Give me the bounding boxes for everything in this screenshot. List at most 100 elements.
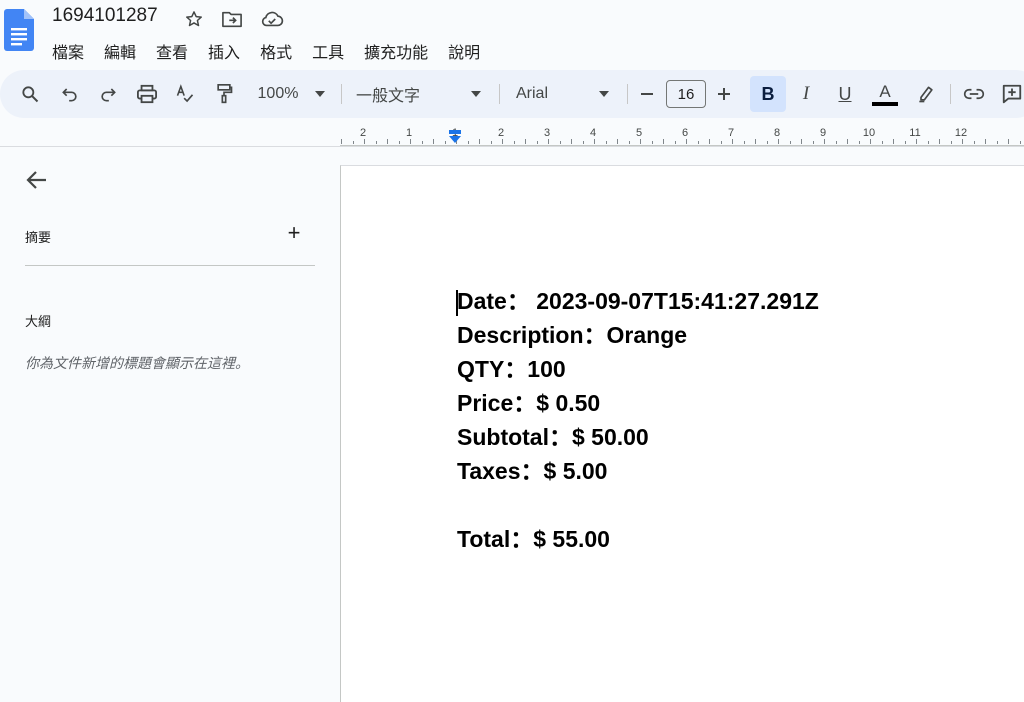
docs-logo-icon[interactable] — [4, 9, 34, 51]
paragraph-style-select[interactable]: 一般文字 — [356, 80, 434, 108]
move-to-folder-icon[interactable] — [221, 8, 243, 30]
ruler-tick — [663, 139, 664, 144]
ruler-tick — [513, 141, 515, 144]
ruler-tick — [479, 139, 480, 144]
ruler-tick — [605, 141, 607, 144]
ruler-tick — [996, 141, 998, 144]
cloud-saved-icon[interactable] — [259, 8, 285, 30]
ruler-label: 7 — [727, 127, 735, 139]
ruler-tick — [812, 141, 814, 144]
doc-line-blank[interactable] — [457, 488, 819, 522]
back-arrow-icon[interactable] — [24, 167, 50, 193]
ruler-tick — [640, 139, 641, 144]
title-bar: 1694101287 檔案 編輯 查看 插入 格式 工具 擴充功能 說明 — [0, 0, 1024, 70]
bold-button[interactable]: B — [750, 76, 786, 112]
ruler-tick — [847, 139, 848, 144]
doc-line-price[interactable]: Price：$ 0.50 — [457, 386, 819, 420]
highlight-icon[interactable] — [912, 80, 940, 108]
ruler-label: 10 — [862, 127, 876, 139]
decrease-font-size-icon[interactable] — [636, 80, 658, 108]
side-divider — [25, 265, 315, 266]
ruler-tick — [525, 139, 526, 144]
doc-line-total[interactable]: Total：$ 55.00 — [457, 522, 819, 556]
ruler-tick — [467, 141, 469, 144]
menu-tools[interactable]: 工具 — [312, 37, 344, 65]
menu-help[interactable]: 說明 — [448, 37, 480, 65]
undo-icon[interactable] — [56, 80, 84, 108]
doc-line-description[interactable]: Description：Orange — [457, 318, 819, 352]
add-comment-icon[interactable] — [999, 80, 1024, 108]
document-body[interactable]: Date： 2023-09-07T15:41:27.291Z Descripti… — [456, 284, 819, 556]
print-icon[interactable] — [133, 80, 161, 108]
font-size-input[interactable]: 16 — [666, 80, 706, 108]
italic-button[interactable]: I — [794, 80, 818, 108]
doc-line-qty[interactable]: QTY：100 — [457, 352, 819, 386]
outline-heading: 大綱 — [25, 314, 52, 329]
insert-link-icon[interactable] — [960, 80, 988, 108]
zoom-value[interactable]: 100% — [252, 80, 304, 108]
doc-line-date[interactable]: Date： 2023-09-07T15:41:27.291Z — [457, 284, 819, 318]
doc-line-taxes[interactable]: Taxes：$ 5.00 — [457, 454, 819, 488]
menu-extensions[interactable]: 擴充功能 — [364, 37, 428, 65]
ruler-label: 11 — [909, 127, 921, 139]
ruler-label: 12 — [954, 127, 968, 139]
font-dropdown-icon[interactable] — [594, 80, 614, 108]
toolbar-separator — [341, 84, 342, 104]
ruler-tick — [548, 139, 549, 144]
add-summary-button[interactable]: + — [284, 222, 304, 244]
star-icon[interactable] — [183, 8, 205, 30]
ruler-tick — [651, 141, 653, 144]
document-page[interactable]: Date： 2023-09-07T15:41:27.291Z Descripti… — [340, 165, 1024, 702]
ruler-tick — [801, 139, 802, 144]
menu-edit[interactable]: 編輯 — [104, 37, 136, 65]
text-color-button[interactable]: A — [871, 80, 899, 108]
ruler-tick — [927, 141, 929, 144]
horizontal-ruler[interactable]: 21123456789101112 — [340, 122, 1024, 146]
ruler-tick — [962, 139, 963, 144]
document-outline-panel: 摘要 + 大綱 你為文件新增的標題會顯示在這裡。 — [0, 147, 340, 702]
style-dropdown-icon[interactable] — [466, 80, 486, 108]
ruler-tick — [421, 141, 423, 144]
redo-icon[interactable] — [94, 80, 122, 108]
ruler-tick — [674, 141, 676, 144]
underline-button[interactable]: U — [833, 80, 857, 108]
summary-heading: 摘要 — [25, 230, 52, 245]
menu-view[interactable]: 查看 — [156, 37, 188, 65]
ruler-tick — [502, 139, 503, 144]
increase-font-size-icon[interactable] — [713, 80, 735, 108]
ruler-tick — [939, 139, 940, 144]
paint-format-icon[interactable] — [210, 80, 238, 108]
ruler-tick — [375, 141, 377, 144]
ruler-tick — [709, 139, 710, 144]
ruler-tick — [628, 141, 630, 144]
ruler-tick — [950, 141, 952, 144]
ruler-tick — [743, 141, 745, 144]
text-color-letter: A — [879, 81, 891, 101]
ruler-tick — [433, 139, 434, 144]
document-title[interactable]: 1694101287 — [52, 5, 158, 27]
ruler-label: 2 — [497, 127, 505, 139]
ruler-tick — [870, 139, 871, 144]
ruler-tick — [904, 141, 906, 144]
ruler-label: 3 — [543, 127, 551, 139]
ruler-tick — [352, 141, 354, 144]
menu-bar: 檔案 編輯 查看 插入 格式 工具 擴充功能 說明 — [52, 37, 500, 65]
search-menus-icon[interactable] — [16, 80, 44, 108]
zoom-dropdown-icon[interactable] — [310, 80, 330, 108]
font-family-select[interactable]: Arial — [516, 80, 560, 108]
ruler-tick — [720, 141, 722, 144]
ruler-tick — [973, 141, 975, 144]
ruler-tick — [559, 141, 561, 144]
indent-marker-icon[interactable] — [448, 130, 462, 144]
menu-format[interactable]: 格式 — [260, 37, 292, 65]
spellcheck-icon[interactable] — [171, 80, 199, 108]
ruler-label: 8 — [773, 127, 781, 139]
doc-line-subtotal[interactable]: Subtotal：$ 50.00 — [457, 420, 819, 454]
menu-insert[interactable]: 插入 — [208, 37, 240, 65]
text-color-swatch — [872, 101, 898, 106]
ruler-tick — [387, 139, 388, 144]
ruler-tick — [536, 141, 538, 144]
menu-file[interactable]: 檔案 — [52, 37, 84, 65]
ruler-tick — [778, 139, 779, 144]
toolbar: 100% 一般文字 Arial 16 B I U A — [0, 70, 1024, 118]
